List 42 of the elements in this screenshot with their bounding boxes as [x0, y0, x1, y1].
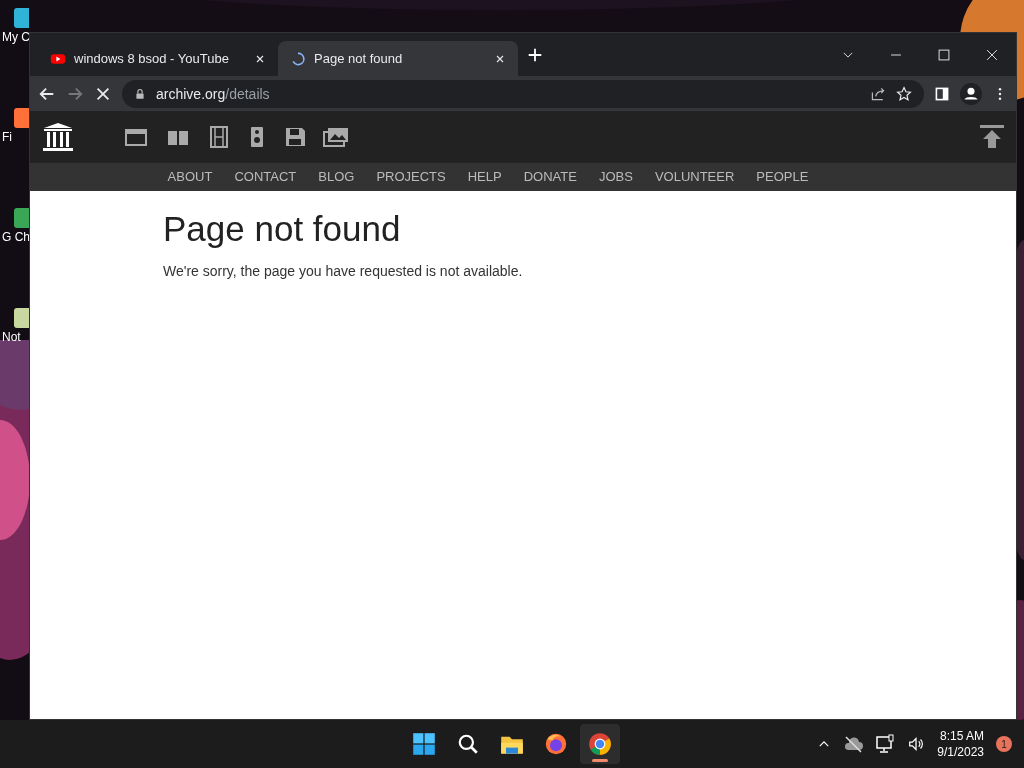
- chrome-logo-icon[interactable]: [588, 732, 612, 756]
- nav-link[interactable]: HELP: [456, 163, 513, 191]
- address-bar[interactable]: archive.org/details: [122, 79, 924, 108]
- nav-link[interactable]: PROJECTS: [365, 163, 457, 191]
- star-icon[interactable]: [896, 85, 912, 102]
- page-heading: Page not found: [163, 209, 402, 249]
- nav-link[interactable]: DONATE: [512, 163, 588, 191]
- new-tab-icon[interactable]: [526, 46, 544, 64]
- profile-icon[interactable]: [960, 82, 982, 105]
- film-icon[interactable]: [208, 126, 230, 148]
- close-icon[interactable]: [985, 47, 999, 62]
- desktop-icon-label: G Ch: [1, 230, 31, 244]
- temple-logo-icon[interactable]: [42, 122, 74, 152]
- windows-start-icon[interactable]: [412, 732, 436, 756]
- browser-tab[interactable]: Page not found: [278, 41, 518, 76]
- nav-link[interactable]: PEOPLE: [745, 163, 820, 191]
- volume-icon[interactable]: [907, 735, 926, 753]
- nav-link[interactable]: VOLUNTEER: [643, 163, 746, 191]
- nav-link[interactable]: BLOG: [307, 163, 366, 191]
- side-panel-icon[interactable]: [934, 85, 950, 102]
- maximize-icon[interactable]: [937, 47, 951, 62]
- nav-link[interactable]: ABOUT: [156, 163, 224, 191]
- share-icon[interactable]: [870, 85, 886, 102]
- desktop-icon-label: My C: [1, 30, 31, 44]
- search-icon[interactable]: [457, 733, 479, 755]
- browser-window-icon[interactable]: [124, 126, 148, 148]
- browser-tab[interactable]: windows 8 bsod - YouTube: [38, 41, 278, 76]
- nav-link[interactable]: JOBS: [587, 163, 644, 191]
- desktop-icon-label: Not: [1, 330, 22, 344]
- network-icon[interactable]: [875, 734, 896, 754]
- desktop-icon-label: Fi: [1, 130, 13, 144]
- loading-spinner-icon: [290, 50, 306, 67]
- cloud-off-icon[interactable]: [843, 734, 864, 754]
- photos-icon[interactable]: [322, 126, 350, 148]
- fox-globe-icon[interactable]: [544, 732, 568, 756]
- notification-badge[interactable]: 1: [996, 736, 1012, 752]
- clock[interactable]: 8:15 AM 9/1/2023: [937, 728, 984, 760]
- taskbar-app[interactable]: [580, 724, 620, 764]
- lock-icon: [134, 87, 146, 100]
- nav-link[interactable]: CONTACT: [223, 163, 308, 191]
- error-message: We're sorry, the page you have requested is not available.: [163, 263, 524, 279]
- upload-icon[interactable]: [980, 125, 1004, 149]
